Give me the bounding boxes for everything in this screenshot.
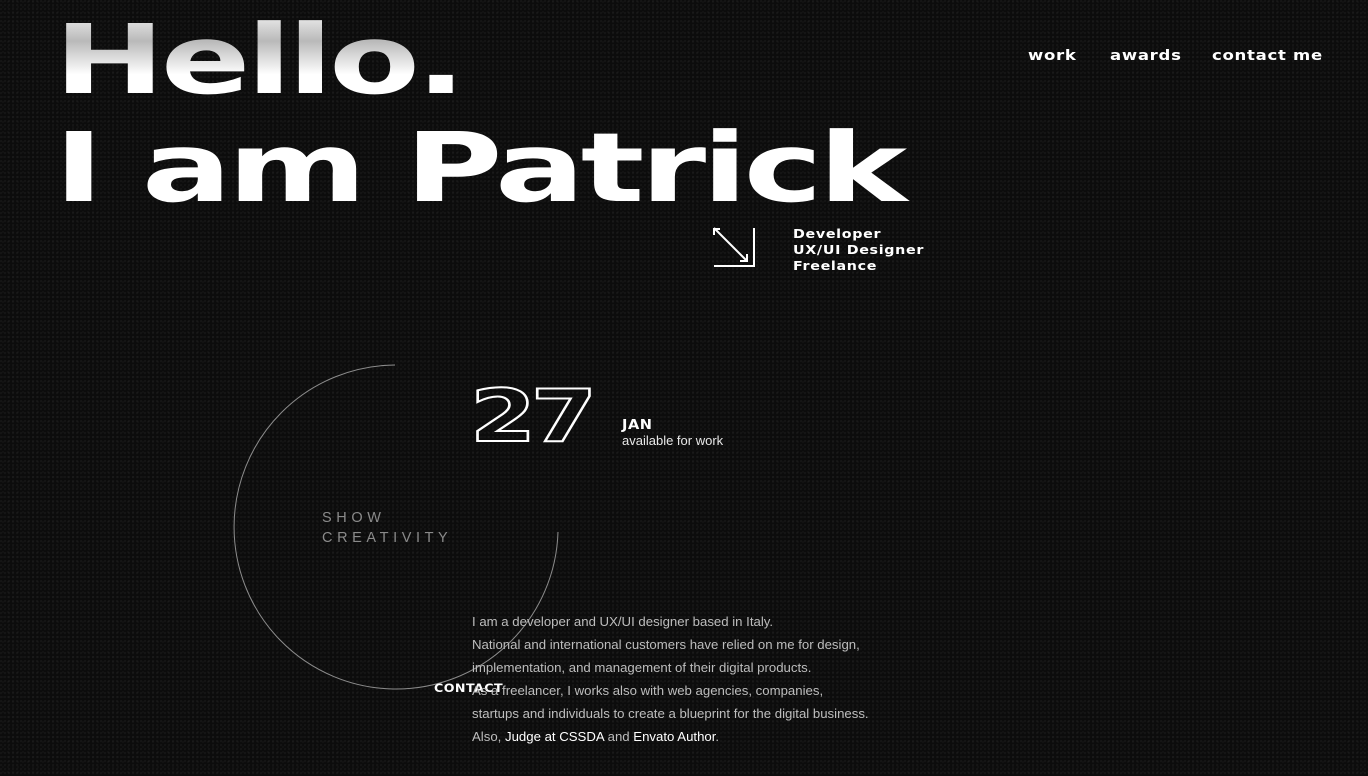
bio-and-text: and xyxy=(603,729,634,744)
role-developer: Developer xyxy=(793,226,882,241)
bio-line: As a freelancer, I works also with web a… xyxy=(472,683,824,698)
bio-line: National and international customers hav… xyxy=(472,637,860,652)
hero-greeting: Hello. xyxy=(54,4,466,116)
bio-line: Also, Judge at CSSDA and Envato Author. xyxy=(472,725,912,748)
judge-link[interactable]: Judge at CSSDA xyxy=(505,729,604,744)
bio-period: . xyxy=(715,729,720,744)
show-creativity-label: SHOW CREATIVITY xyxy=(322,508,452,548)
arrow-down-right-icon xyxy=(713,227,755,267)
bio-also-text: Also, xyxy=(472,729,505,744)
availability-day: 27 xyxy=(469,374,599,458)
nav-work-link[interactable]: work xyxy=(1028,48,1077,64)
availability-month: JAN xyxy=(622,418,653,433)
nav-contact-link[interactable]: contact me xyxy=(1212,48,1323,64)
bio-line: startups and individuals to create a blu… xyxy=(472,706,869,721)
envato-link[interactable]: Envato Author xyxy=(633,729,715,744)
hero-name: I am Patrick xyxy=(54,112,907,224)
nav-awards-link[interactable]: awards xyxy=(1110,48,1182,64)
show-creativity-line1: SHOW xyxy=(322,510,386,526)
availability-text: available for work xyxy=(622,433,724,448)
main-nav: work awards contact me xyxy=(1028,48,1322,64)
role-list: Developer UX/UI Designer Freelance xyxy=(793,226,924,274)
show-creativity-line2: CREATIVITY xyxy=(322,530,453,546)
bio-line: implementation, and management of their … xyxy=(472,660,812,675)
role-freelance: Freelance xyxy=(793,258,878,273)
role-designer: UX/UI Designer xyxy=(793,242,925,257)
bio-line: I am a developer and UX/UI designer base… xyxy=(472,614,774,629)
bio-text: I am a developer and UX/UI designer base… xyxy=(472,610,912,748)
